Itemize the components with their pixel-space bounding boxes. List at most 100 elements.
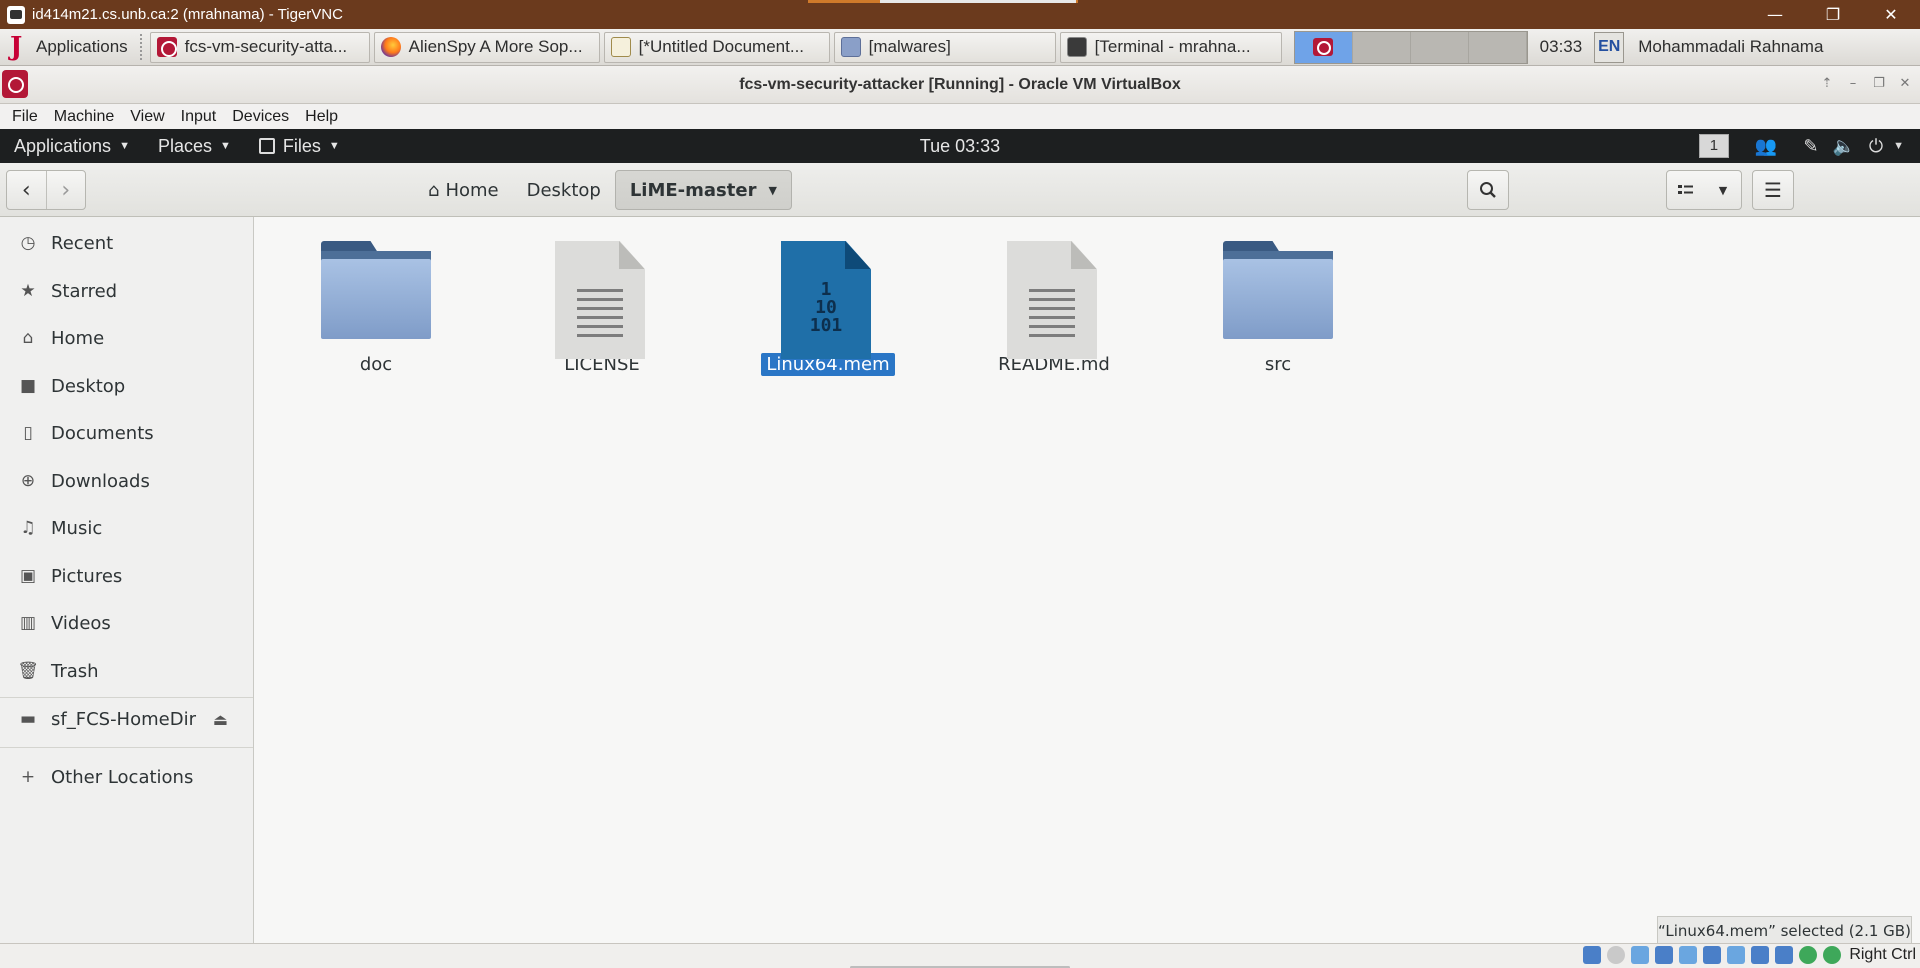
task-file-manager[interactable]: [malwares] — [833, 31, 1056, 63]
vbox-minimize-button[interactable]: – — [1842, 74, 1864, 94]
optical-drive-icon[interactable] — [1607, 946, 1626, 964]
breadcrumb-home[interactable]: ⌂ Home — [414, 170, 513, 210]
gnome-applications-label: Applications — [14, 135, 112, 156]
display-icon[interactable] — [1727, 946, 1746, 964]
sidebar-item-videos[interactable]: ▥ Videos — [0, 603, 253, 643]
video-capture-icon[interactable] — [1751, 946, 1770, 964]
keyboard-layout-indicator[interactable]: EN — [1594, 31, 1625, 63]
task-terminal[interactable]: [Terminal - mrahna... — [1059, 31, 1282, 63]
file-item-doc[interactable]: doc — [296, 227, 456, 376]
file-name: src — [1264, 354, 1292, 375]
menu-view[interactable]: View — [122, 108, 172, 126]
file-icon-view: doc LICENSE 1 10 101 Linux64.mem README.… — [254, 217, 1920, 943]
sidebar-item-starred[interactable]: ★ Starred — [0, 271, 253, 311]
sidebar-item-label: Desktop — [51, 375, 126, 397]
sidebar-item-desktop[interactable]: ■ Desktop — [0, 366, 253, 406]
network-icon[interactable] — [1655, 946, 1674, 964]
guest-additions-icon[interactable] — [1799, 946, 1818, 964]
sidebar-item-label: Videos — [51, 612, 111, 634]
task-label: AlienSpy A More Sop... — [408, 37, 583, 56]
virtualization-icon[interactable] — [1775, 946, 1794, 964]
task-virtualbox[interactable]: fcs-vm-security-atta... — [149, 31, 370, 63]
sidebar-item-label: Downloads — [51, 470, 150, 492]
gnome-applications-menu[interactable]: Applications ▼ — [0, 136, 144, 157]
file-item-readme[interactable]: README.md — [974, 227, 1134, 376]
task-label: [Terminal - mrahna... — [1094, 37, 1251, 56]
sidebar-item-home[interactable]: ⌂ Home — [0, 318, 253, 358]
power-icon[interactable]: ⏻ — [1869, 136, 1883, 157]
usb-icon[interactable] — [1679, 946, 1698, 964]
selection-status: “Linux64.mem” selected (2.1 GB) — [1657, 916, 1912, 945]
picture-icon: ▣ — [19, 566, 37, 586]
gnome-places-menu[interactable]: Places ▼ — [144, 136, 245, 157]
firefox-icon — [380, 37, 401, 57]
sidebar-item-recent[interactable]: ◷ Recent — [0, 223, 253, 263]
files-headerbar: ‹ › ⌂ Home Desktop LiME-master ▼ ▼ ☰ — ▢… — [0, 163, 1920, 364]
video-icon: ▥ — [19, 613, 37, 633]
host-clock[interactable]: 03:33 — [1540, 37, 1583, 57]
panel-grip[interactable] — [139, 34, 146, 60]
view-options-dropdown[interactable]: ▼ — [1705, 171, 1741, 209]
task-text-editor[interactable]: [*Untitled Document... — [603, 31, 830, 63]
caret-down-icon[interactable]: ▼ — [1893, 140, 1904, 152]
sidebar-item-shared-folder[interactable]: ▬ sf_FCS-HomeDir ⏏ — [0, 699, 253, 739]
hamburger-menu-button[interactable]: ☰ — [1752, 170, 1794, 210]
list-view-button[interactable] — [1667, 171, 1705, 209]
menu-input[interactable]: Input — [173, 108, 225, 126]
hard-disk-icon[interactable] — [1583, 946, 1602, 964]
file-item-src[interactable]: src — [1198, 227, 1358, 376]
virtualbox-icon — [156, 37, 177, 57]
breadcrumb-desktop[interactable]: Desktop — [513, 170, 615, 210]
virtualbox-icon — [1313, 38, 1334, 56]
plus-icon: + — [20, 767, 36, 787]
menu-file[interactable]: File — [4, 108, 46, 126]
back-button[interactable]: ‹ — [7, 171, 46, 209]
file-item-license[interactable]: LICENSE — [522, 227, 682, 376]
vbox-close-button[interactable]: ✕ — [1894, 74, 1916, 94]
search-button[interactable] — [1467, 170, 1509, 210]
sidebar-item-label: Trash — [51, 660, 99, 682]
user-menu[interactable]: Mohammadali Rahnama — [1638, 37, 1823, 57]
gnome-places-label: Places — [157, 135, 212, 156]
workspace-4[interactable] — [1468, 31, 1527, 63]
file-item-linux64-mem[interactable]: 1 10 101 Linux64.mem — [748, 227, 908, 376]
pen-icon[interactable]: ✎ — [1803, 136, 1818, 157]
vnc-close-button[interactable]: ✕ — [1862, 0, 1920, 29]
task-firefox[interactable]: AlienSpy A More Sop... — [373, 31, 600, 63]
vbox-shade-button[interactable]: ⇡ — [1816, 74, 1838, 94]
shared-folders-icon[interactable] — [1703, 946, 1722, 964]
vnc-restore-button[interactable]: ❐ — [1804, 0, 1862, 29]
sidebar-item-music[interactable]: ♫ Music — [0, 508, 253, 548]
titlebar-accent-light — [880, 0, 1076, 3]
sidebar-item-trash[interactable]: 🗑 Trash — [0, 651, 253, 691]
sidebar-item-label: Other Locations — [51, 766, 194, 788]
vbox-maximize-button[interactable]: ❐ — [1868, 74, 1890, 94]
mouse-integration-icon[interactable] — [1823, 946, 1842, 964]
audio-icon[interactable] — [1631, 946, 1650, 964]
menu-devices[interactable]: Devices — [224, 108, 297, 126]
eject-icon[interactable]: ⏏ — [213, 710, 228, 729]
menu-machine[interactable]: Machine — [46, 108, 122, 126]
search-icon — [1480, 182, 1496, 198]
host-applications-label: Applications — [36, 37, 128, 56]
sidebar-separator — [0, 697, 253, 698]
menu-help[interactable]: Help — [297, 108, 346, 126]
workspace-1[interactable] — [1294, 31, 1353, 63]
gnome-files-menu[interactable]: Files ▼ — [245, 136, 354, 157]
workspace-3[interactable] — [1410, 31, 1469, 63]
sidebar-item-documents[interactable]: ▯ Documents — [0, 413, 253, 453]
workspace-indicator[interactable]: 1 — [1698, 134, 1729, 158]
sidebar-item-pictures[interactable]: ▣ Pictures — [0, 556, 253, 596]
volume-icon[interactable]: 🔈 — [1832, 136, 1854, 157]
breadcrumb-home-label: Home — [445, 179, 499, 201]
users-icon[interactable]: 👥 — [1755, 136, 1777, 157]
sidebar-item-other-locations[interactable]: + Other Locations — [0, 757, 253, 797]
binary-file-icon: 1 10 101 — [748, 227, 908, 359]
workspace-2[interactable] — [1352, 31, 1411, 63]
host-applications-menu[interactable]: J Applications — [0, 29, 136, 66]
vnc-minimize-button[interactable]: — — [1746, 0, 1804, 29]
clock-icon: ◷ — [20, 233, 36, 253]
forward-button[interactable]: › — [45, 171, 86, 209]
breadcrumb-current[interactable]: LiME-master ▼ — [614, 170, 792, 210]
sidebar-item-downloads[interactable]: ⊕ Downloads — [0, 461, 253, 501]
